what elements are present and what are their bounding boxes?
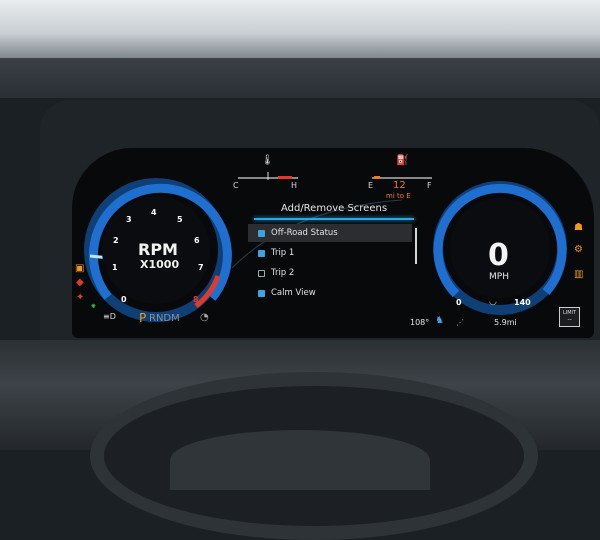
- tach-tick-2: 2: [113, 236, 119, 245]
- temp-cold-label: C: [233, 181, 239, 190]
- tach-tick-1: 1: [112, 263, 118, 272]
- menu-scrollbar[interactable]: [415, 228, 417, 264]
- speed-value: 0: [488, 238, 509, 273]
- speed-min-label: 0: [456, 298, 462, 307]
- headlight-indicator-icon: ⁕: [90, 302, 97, 311]
- door-open-icon: ▣: [75, 263, 85, 274]
- coolant-temp-icon: 🌡: [261, 155, 274, 166]
- traction-off-icon: ⋰: [456, 318, 464, 327]
- battery-icon: ▥: [574, 269, 584, 280]
- menu-item-trip-2[interactable]: Trip 2: [248, 264, 412, 282]
- trip-distance: 5.9mi: [494, 318, 517, 327]
- temp-gauge: [238, 172, 298, 180]
- gear-rest: RNDM: [149, 313, 180, 324]
- menu-item-label: Trip 1: [271, 248, 295, 258]
- dash-cowl: [0, 58, 600, 98]
- gear-active: P: [139, 311, 147, 325]
- tach-tick-6: 6: [194, 236, 200, 245]
- menu-item-trip-1[interactable]: Trip 1: [248, 244, 412, 262]
- steering-wheel-hub: [170, 430, 430, 490]
- tach-tick-8: 8: [193, 295, 199, 304]
- hood-open-icon: ◆: [76, 277, 84, 288]
- speed-limit-sign: LIMIT --: [559, 307, 580, 327]
- rpm-multiplier: X1000: [140, 258, 180, 271]
- speed-max-label: 140: [514, 298, 531, 307]
- menu-item-label: Off-Road Status: [271, 228, 338, 238]
- menu-item-label: Calm View: [271, 288, 316, 298]
- auto-headlight-icon: ≡D: [103, 312, 116, 321]
- rpm-label: RPM: [138, 240, 178, 259]
- temp-hot-label: H: [291, 181, 298, 190]
- add-remove-screens-menu: Add/Remove Screens Off-Road Status Trip …: [248, 203, 420, 315]
- menu-item-calm-view[interactable]: Calm View: [248, 284, 412, 302]
- checkbox-checked-icon[interactable]: [258, 289, 265, 297]
- menu-item-label: Trip 2: [271, 268, 295, 278]
- engine-warning-icon: ⚙: [574, 244, 583, 255]
- tire-pressure-icon: ◡: [489, 297, 497, 307]
- tach-tick-3: 3: [126, 215, 132, 224]
- menu-title-underline: [254, 218, 414, 220]
- fuel-range-value: 12: [393, 180, 406, 191]
- tach-tick-4: 4: [151, 208, 157, 217]
- windshield-glare: [0, 0, 600, 60]
- fuel-range-unit: mi to E: [386, 192, 411, 200]
- fuel-empty-label: E: [368, 181, 374, 190]
- menu-item-off-road-status[interactable]: Off-Road Status: [248, 224, 412, 242]
- tach-tick-0: 0: [121, 295, 127, 304]
- seatbelt-icon: ✦: [76, 292, 85, 303]
- fuel-pump-icon: ⛽: [396, 155, 409, 166]
- fuel-gauge: [372, 176, 432, 179]
- drive-mode-icon: ◔: [200, 312, 209, 323]
- speed-limit-value: --: [567, 316, 572, 323]
- tach-tick-5: 5: [177, 215, 183, 224]
- checkbox-checked-icon[interactable]: [258, 229, 265, 237]
- menu-title: Add/Remove Screens: [280, 203, 388, 214]
- outside-temp: 108°: [410, 318, 430, 327]
- tach-tick-7: 7: [198, 263, 204, 272]
- traction-control-icon: ☗: [574, 222, 583, 233]
- checkbox-unchecked-icon[interactable]: [258, 269, 265, 277]
- speed-unit: MPH: [489, 272, 509, 282]
- checkbox-checked-icon[interactable]: [258, 249, 265, 257]
- drive-mode-animal-icon: ♞: [435, 315, 444, 326]
- fuel-full-label: F: [427, 181, 432, 190]
